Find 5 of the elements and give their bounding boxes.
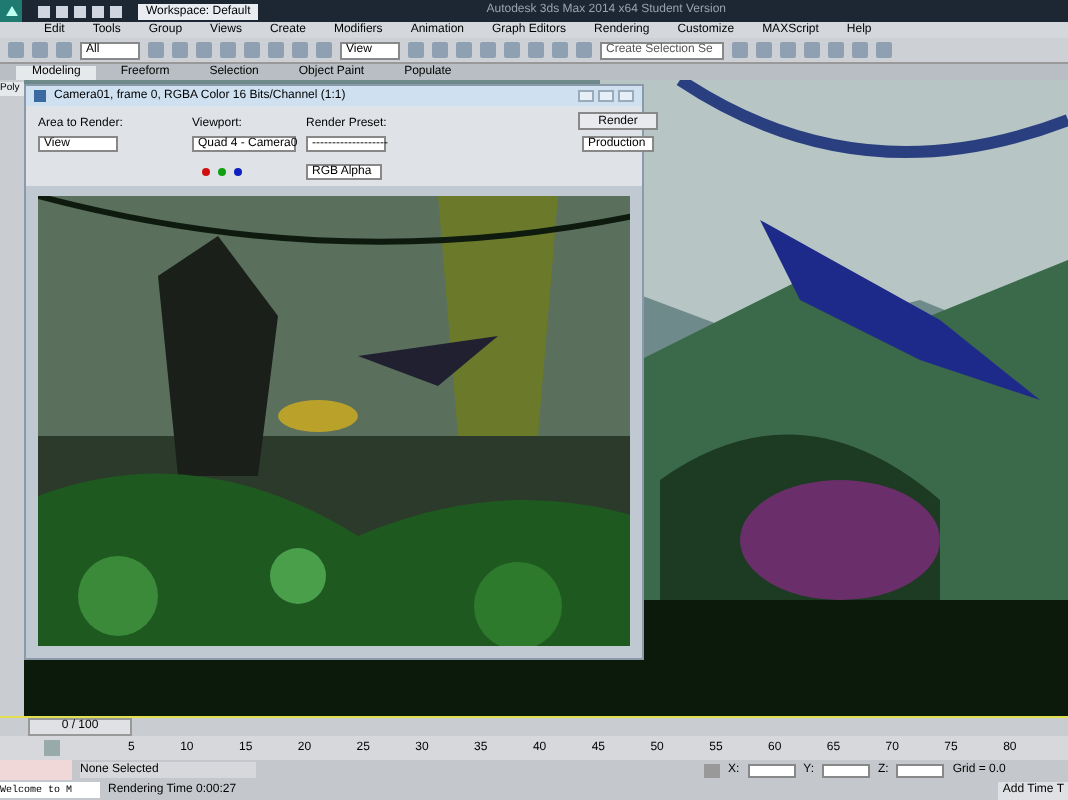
listener-panel [0, 760, 72, 780]
coordinate-field[interactable] [822, 763, 871, 777]
coordinate-field[interactable] [747, 763, 796, 777]
coordinate-field[interactable] [896, 763, 945, 777]
app-logo-icon[interactable] [0, 0, 22, 22]
